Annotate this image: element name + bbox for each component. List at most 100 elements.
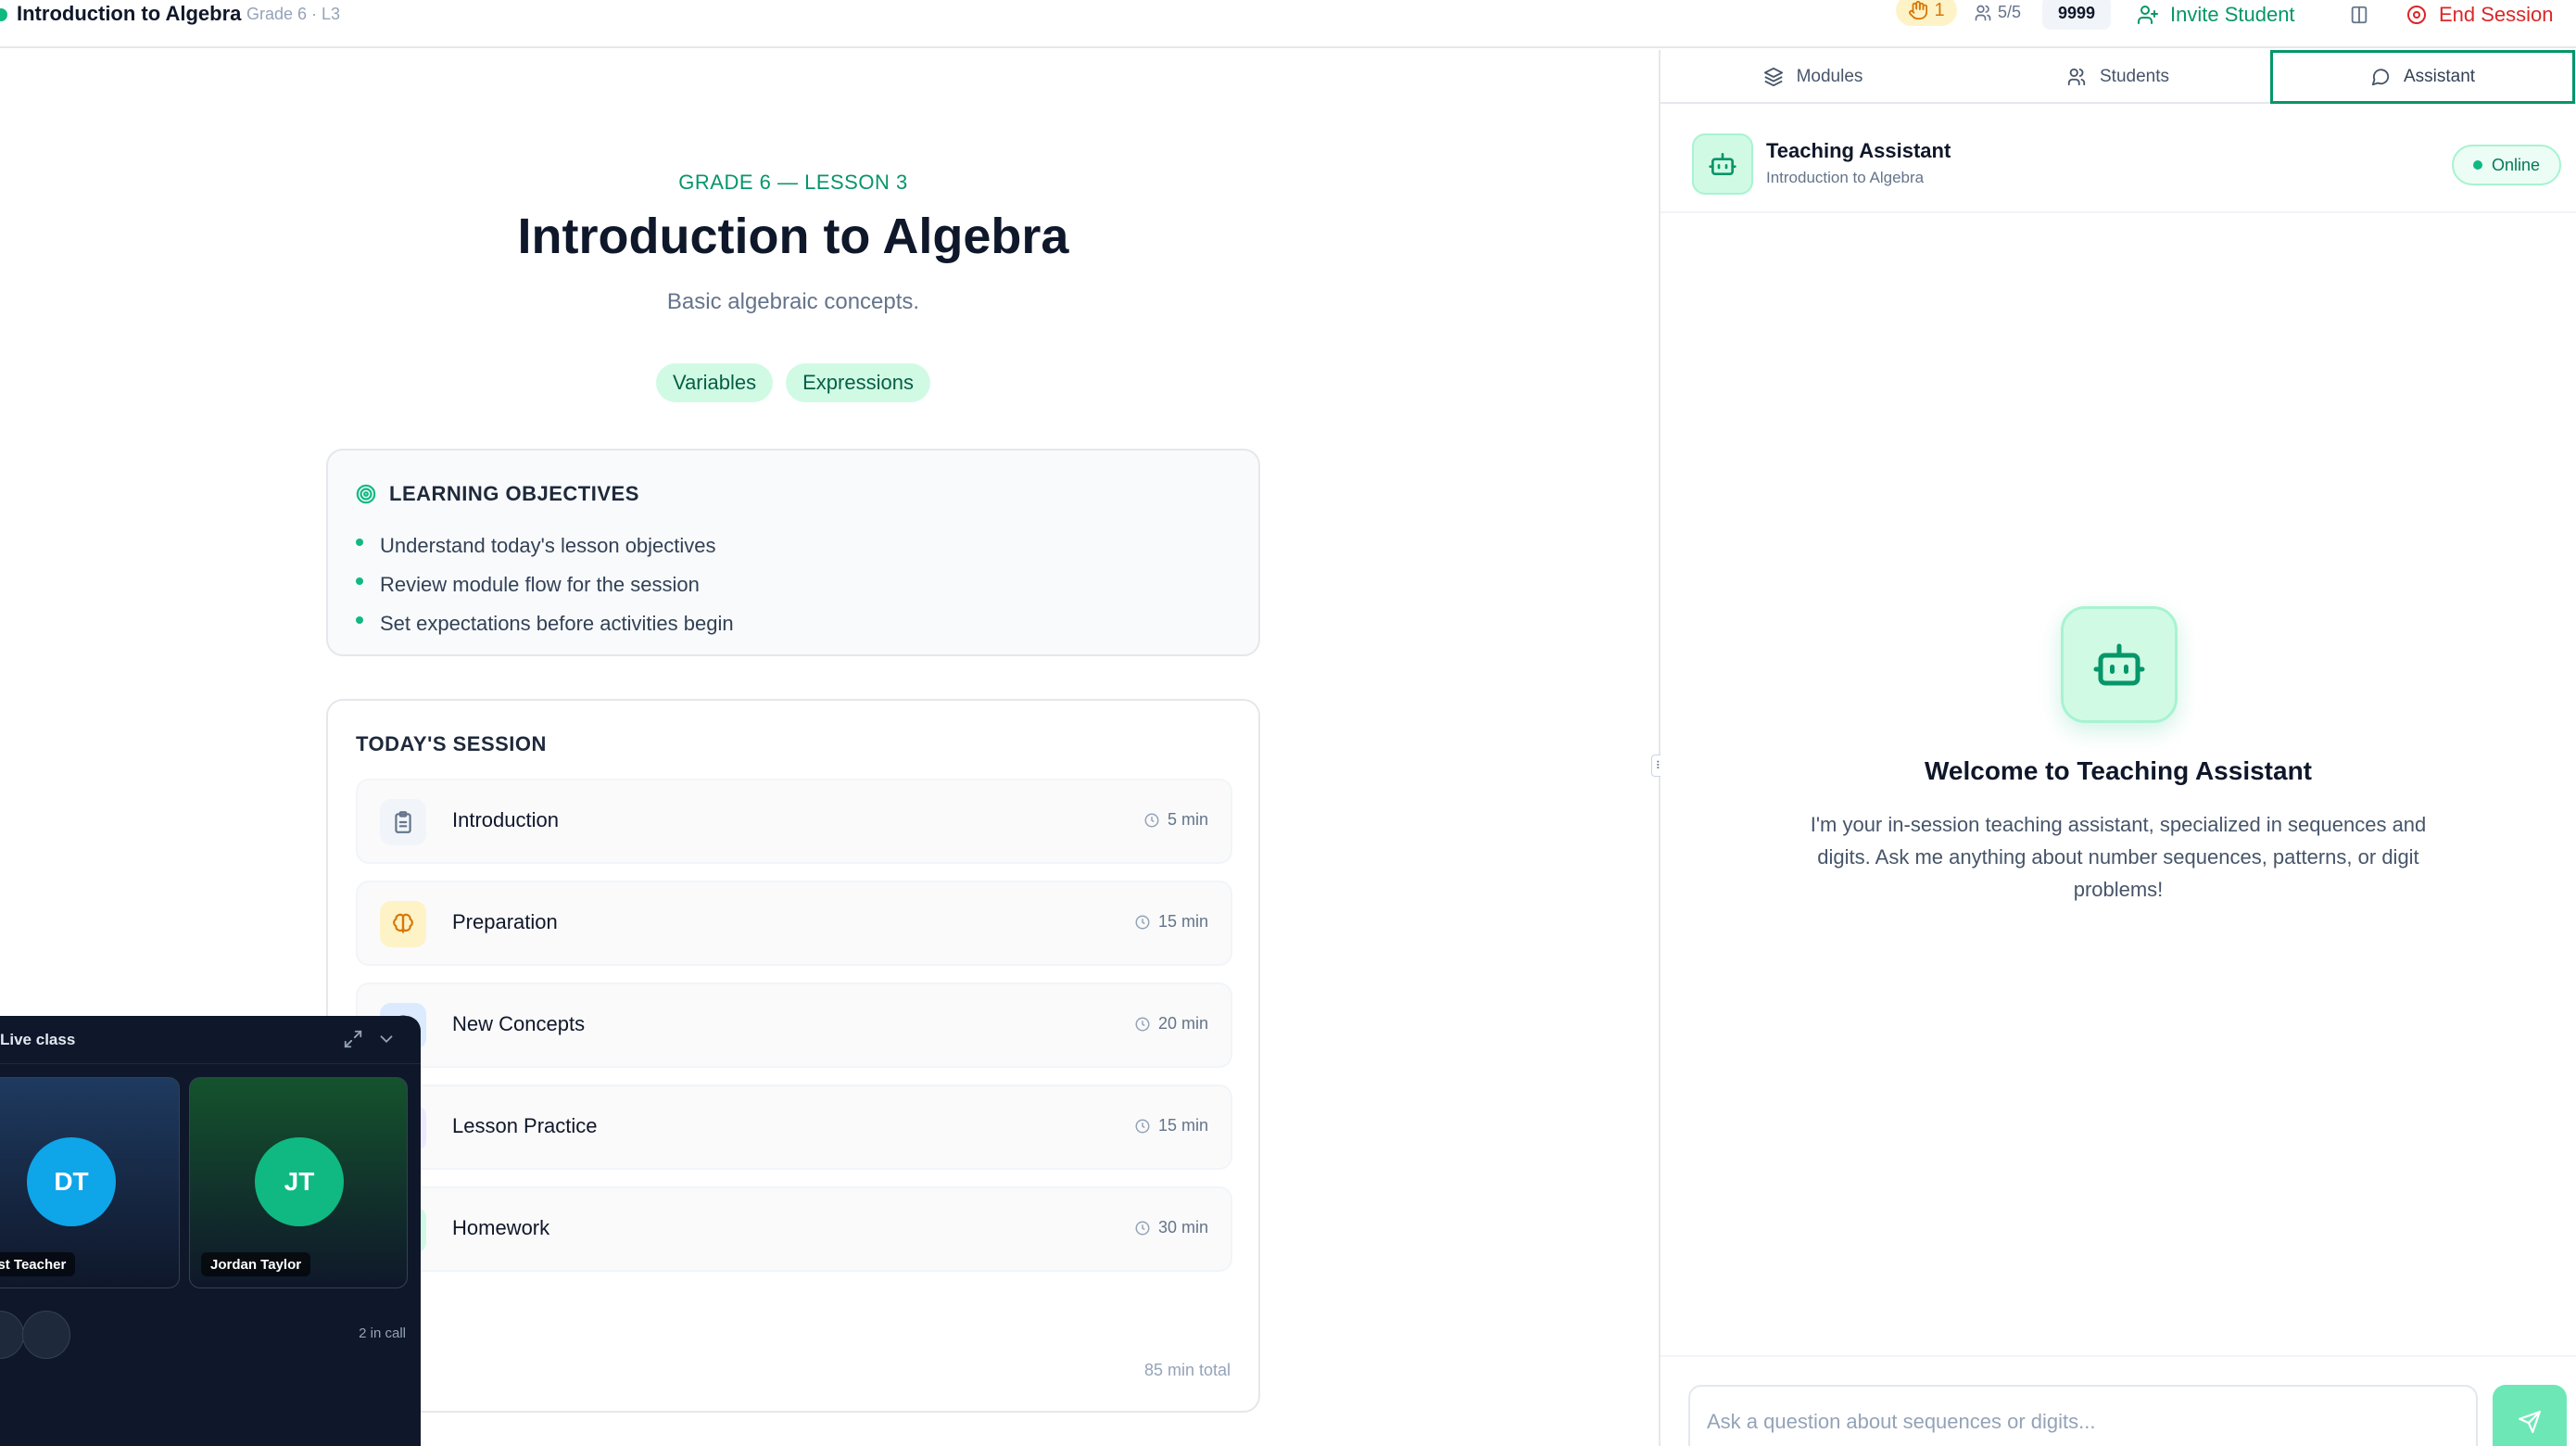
page-title: Introduction to Algebra — [517, 209, 1069, 264]
in-call-count: 2 in call — [359, 1326, 406, 1341]
tab-students[interactable]: Students — [1965, 50, 2270, 104]
module-duration: 30 min — [1134, 1218, 1208, 1237]
side-panel: Modules Students Assistant Teaching Assi… — [1661, 50, 2576, 1446]
invite-student-button[interactable]: Invite Student — [2137, 0, 2295, 30]
bullet-icon — [356, 539, 363, 546]
clock-icon — [1135, 915, 1150, 929]
tab-modules[interactable]: Modules — [1661, 50, 1965, 104]
module-row-preparation[interactable]: Preparation 15 min — [356, 881, 1232, 966]
todays-session-heading: TODAY'S SESSION — [356, 732, 547, 755]
bot-icon — [2061, 606, 2178, 723]
end-session-button[interactable]: End Session — [2406, 0, 2554, 30]
bullet-icon — [356, 616, 363, 624]
clock-icon — [1144, 813, 1159, 827]
users-icon — [2067, 68, 2086, 86]
sidebar-icon — [2351, 6, 2368, 24]
module-duration: 15 min — [1134, 1116, 1208, 1135]
target-icon — [356, 484, 376, 504]
module-row-introduction[interactable]: Introduction 5 min — [356, 779, 1232, 864]
mic-toggle-button[interactable] — [0, 1311, 24, 1359]
live-class-title: Live class — [0, 1031, 76, 1048]
tab-assistant[interactable]: Assistant — [2270, 50, 2575, 104]
clock-icon — [1135, 1221, 1150, 1235]
assistant-title: Teaching Assistant — [1766, 139, 1951, 162]
participant-name: Jordan Taylor — [201, 1252, 311, 1276]
module-duration-text: 15 min — [1157, 1116, 1208, 1135]
objective-item: Review module flow for the session — [356, 565, 734, 604]
panel-toggle-button[interactable] — [2346, 2, 2372, 28]
end-session-label: End Session — [2439, 3, 2554, 26]
tab-label: Assistant — [2403, 67, 2476, 86]
module-duration: 5 min — [1143, 810, 1208, 830]
objective-item: Understand today's lesson objectives — [356, 526, 734, 565]
chat-icon — [2371, 69, 2390, 86]
stop-circle-icon — [2407, 6, 2426, 24]
tab-label: Students — [2100, 67, 2169, 86]
todays-session-card: TODAY'S SESSION Introduction 5 min Prepa… — [326, 699, 1260, 1413]
module-row-new-concepts[interactable]: New Concepts 20 min — [356, 983, 1232, 1068]
objective-text: Understand today's lesson objectives — [380, 534, 716, 557]
chat-input[interactable] — [1688, 1385, 2478, 1446]
welcome-title: Welcome to Teaching Assistant — [1924, 756, 2313, 785]
invite-student-label: Invite Student — [2170, 3, 2295, 26]
module-row-homework[interactable]: Homework 30 min — [356, 1186, 1232, 1272]
module-name: Homework — [452, 1216, 550, 1239]
objective-item: Set expectations before activities begin — [356, 604, 734, 643]
assistant-subtitle: Introduction to Algebra — [1766, 169, 1925, 186]
participant-name: Test Teacher — [0, 1252, 76, 1276]
module-name: Preparation — [452, 910, 558, 933]
module-duration-text: 5 min — [1167, 810, 1208, 829]
learning-objectives-card: LEARNING OBJECTIVES Understand today's l… — [326, 449, 1260, 656]
tag-expressions: Expressions — [786, 363, 930, 402]
avatar: JT — [255, 1137, 344, 1226]
welcome-text: I'm your in-session teaching assistant, … — [1810, 813, 2427, 901]
module-duration-text: 20 min — [1157, 1014, 1208, 1033]
bullet-icon — [356, 577, 363, 585]
lesson-meta: Grade 6 · L3 — [246, 5, 341, 23]
hand-icon — [1909, 0, 1928, 20]
clipboard-icon — [380, 799, 426, 845]
lesson-tags: Variables Expressions — [0, 363, 1586, 402]
panel-tabs: Modules Students Assistant — [1661, 50, 2576, 104]
chevron-down-icon[interactable] — [376, 1029, 398, 1051]
participant-count: 5/5 — [1974, 3, 2021, 22]
status-text: Online — [2491, 155, 2541, 174]
module-duration-text: 30 min — [1157, 1218, 1208, 1237]
user-plus-icon — [2138, 6, 2158, 24]
send-button[interactable] — [2493, 1385, 2567, 1446]
lesson-title: Introduction to Algebra — [17, 2, 242, 25]
objective-text: Review module flow for the session — [380, 573, 700, 596]
session-code[interactable]: 9999 — [2042, 0, 2111, 30]
participant-count-text: 5/5 — [1998, 3, 2022, 21]
module-duration: 15 min — [1134, 912, 1208, 932]
camera-toggle-button[interactable] — [22, 1311, 70, 1359]
live-class-window[interactable]: Live class DT Test Teacher JT Jordan Tay… — [0, 1016, 421, 1446]
module-duration: 20 min — [1134, 1014, 1208, 1034]
avatar: DT — [27, 1137, 116, 1226]
send-icon — [2519, 1411, 2541, 1433]
raised-hands-count: 1 — [1934, 0, 1945, 20]
module-row-lesson-practice[interactable]: Lesson Practice 15 min — [356, 1084, 1232, 1170]
module-duration-text: 15 min — [1157, 912, 1208, 931]
learning-objectives-heading: LEARNING OBJECTIVES — [356, 482, 639, 506]
raised-hands-badge[interactable]: 1 — [1896, 0, 1957, 26]
expand-icon[interactable] — [343, 1029, 365, 1051]
video-tile-student[interactable]: JT Jordan Taylor — [189, 1077, 408, 1288]
tag-variables: Variables — [656, 363, 774, 402]
tab-label: Modules — [1796, 67, 1863, 86]
clock-icon — [1135, 1017, 1150, 1031]
top-bar: Introduction to Algebra Grade 6 · L3 1 5… — [0, 0, 2576, 48]
video-tile-teacher[interactable]: DT Test Teacher — [0, 1077, 180, 1288]
live-class-header[interactable]: Live class — [0, 1016, 421, 1064]
bot-icon — [1692, 133, 1753, 195]
total-duration: 85 min total — [1143, 1361, 1231, 1379]
live-indicator — [0, 8, 7, 21]
clock-icon — [1135, 1119, 1150, 1133]
objective-text: Set expectations before activities begin — [380, 612, 734, 635]
module-name: New Concepts — [452, 1012, 586, 1035]
module-name: Introduction — [452, 808, 559, 831]
lesson-eyebrow: GRADE 6 — LESSON 3 — [678, 171, 908, 194]
objectives-list: Understand today's lesson objectives Rev… — [356, 526, 734, 643]
users-icon — [1975, 5, 1991, 20]
online-dot-icon — [2472, 160, 2482, 170]
